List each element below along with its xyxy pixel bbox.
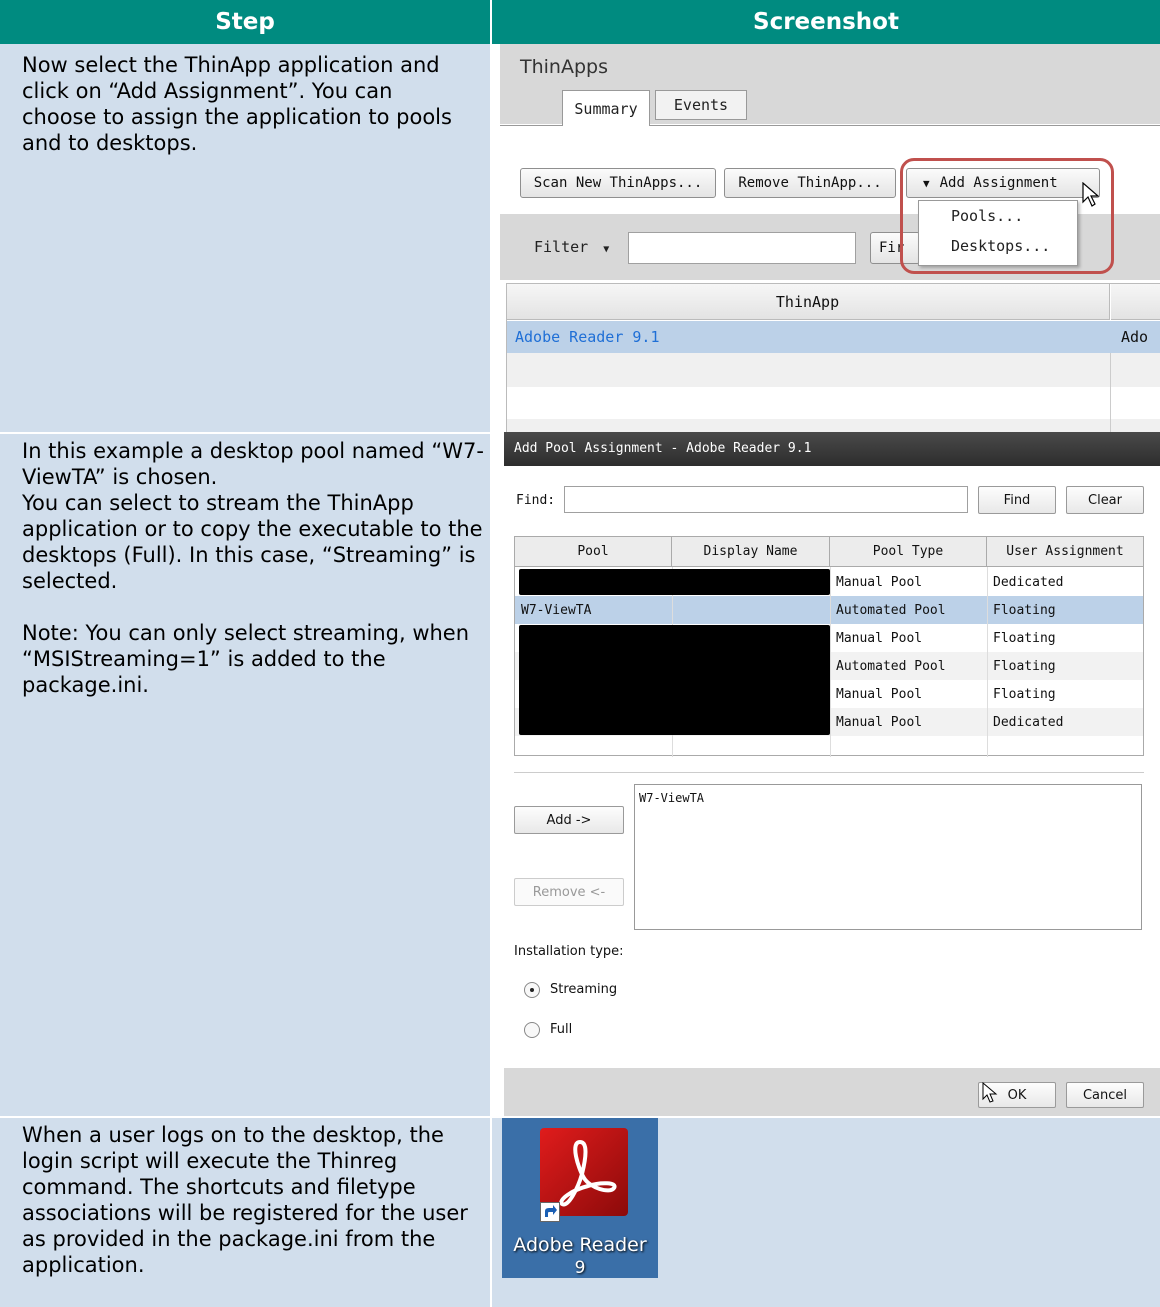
divider — [490, 0, 492, 1307]
find-button[interactable]: Find — [978, 486, 1056, 514]
remove-thinapp-button[interactable]: Remove ThinApp... — [724, 168, 896, 198]
pool-type: Manual Pool — [836, 630, 923, 646]
filter-label: Filter — [534, 238, 589, 256]
user-assignment: Floating — [993, 658, 1056, 674]
tab-line — [650, 125, 1160, 126]
user-assignment: Floating — [993, 602, 1056, 618]
radio-full[interactable] — [524, 1022, 540, 1038]
pool-type: Manual Pool — [836, 686, 923, 702]
remove-button[interactable]: Remove <- — [514, 878, 624, 906]
installation-type-label: Installation type: — [514, 944, 624, 959]
pool-name: W7-ViewTA — [521, 602, 592, 618]
thinapp-table: ThinApp Adobe Reader 9.1 Ado — [506, 283, 1160, 432]
user-assignment: Dedicated — [993, 714, 1064, 730]
tab-line — [500, 125, 562, 126]
pool-type: Automated Pool — [836, 602, 946, 618]
header-screenshot: Screenshot — [492, 0, 1160, 44]
mouse-cursor-icon — [1082, 182, 1100, 207]
caret-down-icon: ▼ — [603, 244, 610, 255]
separator — [514, 772, 1144, 773]
step-cell-3: When a user logs on to the desktop, the … — [0, 1118, 490, 1307]
thinapps-panel: ThinApps Summary Events Scan New ThinApp… — [500, 44, 1160, 432]
tab-summary-label: Summary — [574, 99, 638, 118]
cancel-button[interactable]: Cancel — [1066, 1082, 1144, 1108]
radio-dot-icon — [530, 988, 534, 992]
icon-label-line2: 9 — [574, 1258, 586, 1278]
dialog-footer — [504, 1068, 1160, 1116]
column-2[interactable] — [1111, 284, 1160, 320]
user-assignment: Dedicated — [993, 574, 1064, 590]
tab-events-label: Events — [673, 96, 729, 114]
selected-pools-list[interactable]: W7-ViewTA — [634, 784, 1142, 930]
tab-events[interactable]: Events — [655, 90, 747, 120]
table-row — [506, 419, 1160, 432]
step-cell-1: Now select the ThinApp application and c… — [0, 44, 490, 432]
add-button[interactable]: Add -> — [514, 806, 624, 834]
dialog-title: Add Pool Assignment - Adobe Reader 9.1 — [514, 441, 812, 456]
pool-table: Pool Display Name Pool Type User Assignm… — [514, 536, 1144, 757]
step-text-3: When a user logs on to the desktop, the … — [22, 1123, 468, 1277]
icon-label: Adobe Reader — [513, 1234, 647, 1256]
redaction — [519, 625, 830, 735]
find-input[interactable] — [564, 486, 968, 513]
col-pool-type[interactable]: Pool Type — [830, 537, 987, 567]
redaction — [519, 569, 830, 595]
mouse-cursor-icon — [982, 1082, 998, 1103]
scan-new-thinapps-button[interactable]: Scan New ThinApps... — [520, 168, 716, 198]
filter-dropdown[interactable]: Filter ▼ — [534, 238, 609, 256]
shortcut-arrow-icon — [540, 1202, 560, 1222]
clear-button[interactable]: Clear — [1066, 486, 1144, 514]
thinapp-name[interactable]: Adobe Reader 9.1 — [515, 328, 660, 346]
filter-input[interactable] — [628, 232, 856, 264]
column-thinapp[interactable]: ThinApp — [506, 284, 1110, 320]
tab-summary[interactable]: Summary — [562, 90, 650, 126]
table-row — [506, 353, 1160, 387]
user-assignment: Floating — [993, 630, 1056, 646]
table-row — [506, 387, 1160, 419]
column2-value: Ado — [1121, 328, 1149, 346]
column-divider — [1110, 353, 1111, 432]
pool-type: Automated Pool — [836, 658, 946, 674]
desktop-cell: Adobe Reader 9 — [492, 1118, 1160, 1307]
selected-pool-item[interactable]: W7-ViewTA — [639, 791, 704, 805]
pool-type: Manual Pool — [836, 574, 923, 590]
panel-title: ThinApps — [520, 56, 608, 78]
step-text-1: Now select the ThinApp application and c… — [22, 53, 452, 155]
radio-streaming[interactable] — [524, 982, 540, 998]
radio-full-label[interactable]: Full — [550, 1022, 572, 1037]
col-user-assignment[interactable]: User Assignment — [987, 537, 1143, 567]
highlight-ring — [900, 158, 1114, 274]
add-pool-dialog: Add Pool Assignment - Adobe Reader 9.1 F… — [504, 432, 1160, 1116]
step-text-2: In this example a desktop pool named “W7… — [22, 439, 484, 697]
radio-streaming-label[interactable]: Streaming — [550, 982, 617, 997]
find-label: Find: — [516, 493, 556, 508]
table-left-border — [506, 284, 507, 432]
user-assignment: Floating — [993, 686, 1056, 702]
pool-type: Manual Pool — [836, 714, 923, 730]
step-cell-2: In this example a desktop pool named “W7… — [0, 434, 490, 1116]
header-step: Step — [0, 0, 490, 44]
col-display-name[interactable]: Display Name — [672, 537, 830, 567]
col-pool[interactable]: Pool — [515, 537, 672, 567]
